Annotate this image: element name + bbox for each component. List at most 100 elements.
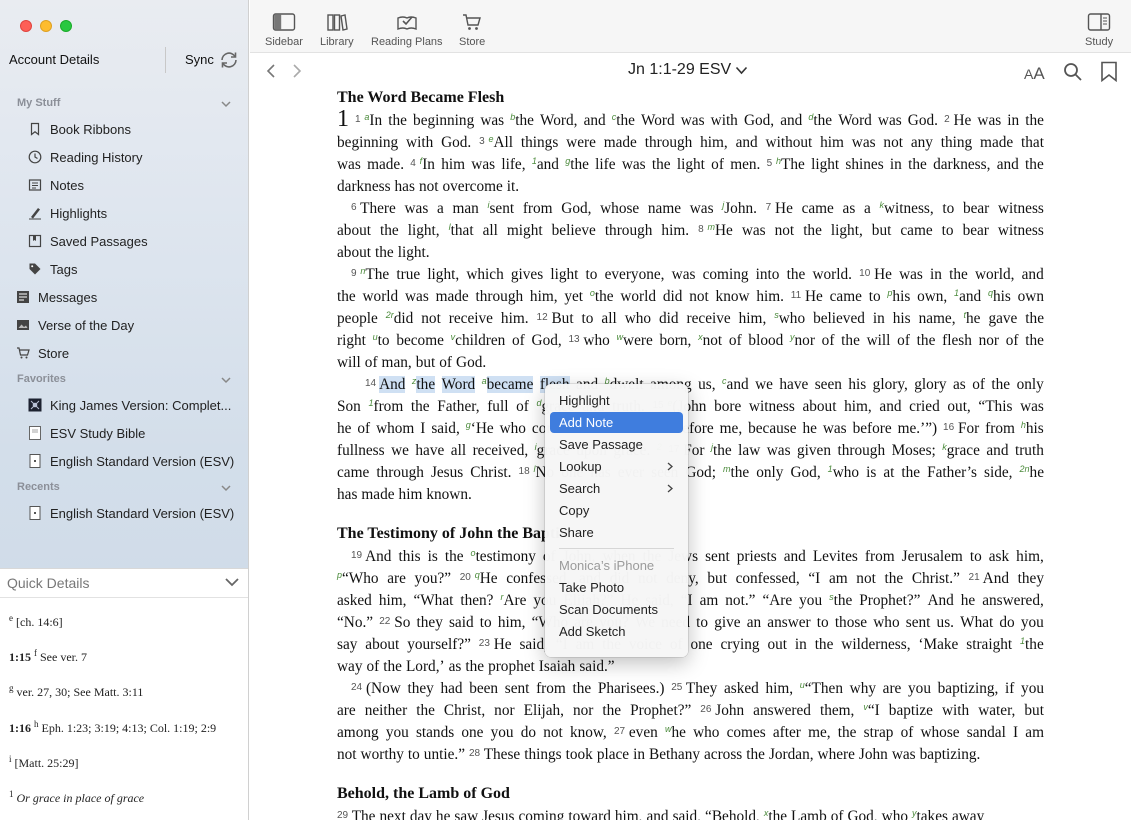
menu-item-share[interactable]: Share [550, 522, 683, 543]
word: “No.” [337, 614, 374, 631]
footnote-marker: g [465, 420, 471, 430]
word: men. [730, 156, 761, 173]
sidebar-item-reading-history[interactable]: Reading History [27, 146, 143, 168]
sync-icon[interactable] [219, 51, 239, 69]
quick-detail-note[interactable]: g ver. 27, 30; See Matt. 3:11 [9, 683, 143, 700]
verse-word: hhis [1021, 418, 1044, 440]
word: the [515, 112, 534, 129]
reading-plans-button[interactable]: Reading Plans [371, 12, 443, 48]
verse-word: to [582, 308, 594, 330]
sidebar-item-tags[interactable]: Tags [27, 258, 77, 280]
sync-button[interactable]: Sync [185, 52, 214, 67]
chevron-down-icon[interactable] [224, 577, 240, 587]
note-marker: e [9, 613, 13, 623]
menu-item-save-passage[interactable]: Save Passage [550, 434, 683, 455]
verse-word: a [437, 198, 444, 220]
verse-line: the world was made through him, yet othe world di… [337, 286, 1044, 308]
chevron-down-icon[interactable] [735, 66, 748, 75]
sidebar-item-esv-study-bible[interactable]: ESV Study Bible [27, 422, 145, 444]
verse-word: they [1018, 568, 1044, 590]
verse-word: strap [864, 722, 894, 744]
back-arrow-icon[interactable] [266, 63, 276, 79]
word: children [455, 332, 506, 349]
verse-word: worthy [361, 744, 404, 766]
quick-detail-note[interactable]: i [Matt. 25:29] [9, 754, 79, 771]
quick-detail-note[interactable]: 1:16 h Eph. 1:23; 3:19; 4:13; Col. 1:19;… [9, 719, 216, 736]
sidebar-button[interactable]: Sidebar [265, 12, 303, 48]
passage-selector[interactable]: Jn 1:1-29 ESV [628, 61, 731, 79]
sidebar-item-kjv[interactable]: King James Version: Complet... [27, 394, 231, 416]
quick-details-heading[interactable]: Quick Details [7, 575, 89, 591]
word: God, [743, 112, 775, 129]
note-reference: 1:15 [9, 650, 31, 664]
verse-word: to [480, 612, 492, 634]
verse-line: among you stands one you do not know, 27 even whe… [337, 722, 1044, 744]
verse-word: as [843, 198, 856, 220]
chevron-down-icon[interactable] [220, 376, 232, 384]
word: to [942, 200, 955, 217]
chevron-down-icon[interactable] [220, 484, 232, 492]
verse-word: in [795, 634, 807, 656]
store-button[interactable]: Store [459, 12, 485, 48]
zoom-window-button[interactable] [60, 20, 72, 32]
verse-word: about [337, 220, 371, 242]
verse-word: v“I [863, 700, 879, 722]
word: his [992, 288, 1011, 305]
verse-word: am [829, 568, 848, 590]
sidebar-item-highlights[interactable]: Highlights [27, 202, 107, 224]
sidebar-item-messages[interactable]: Messages [15, 286, 97, 308]
forward-arrow-icon[interactable] [292, 63, 302, 79]
font-size-button[interactable]: AA [1024, 64, 1045, 84]
word: nor [794, 332, 815, 349]
word: nor [572, 702, 594, 719]
verse-word: nor [494, 700, 514, 722]
sidebar-item-book-ribbons[interactable]: Book Ribbons [27, 118, 131, 140]
chevron-down-icon[interactable] [220, 100, 232, 108]
menu-item-highlight[interactable]: Highlight [550, 390, 683, 411]
word: he [1029, 464, 1044, 481]
minimize-window-button[interactable] [40, 20, 52, 32]
verse-word: only [756, 462, 783, 484]
quick-detail-note[interactable]: e [ch. 14:6] [9, 613, 63, 630]
close-window-button[interactable] [20, 20, 32, 32]
menu-item-lookup[interactable]: Lookup [550, 456, 683, 477]
word: were [566, 134, 596, 151]
account-details-link[interactable]: Account Details [9, 52, 99, 67]
search-icon[interactable] [1063, 62, 1083, 82]
sidebar-item-verse-of-the-day[interactable]: Verse of the Day [15, 314, 134, 336]
bookmark-icon[interactable] [1100, 61, 1118, 82]
verse-word: bore [714, 396, 741, 418]
menu-item-search[interactable]: Search [550, 478, 683, 499]
sidebar-item-esv[interactable]: English Standard Version (ESV) [27, 450, 234, 472]
footnote-marker: f [419, 156, 423, 166]
menu-item-copy[interactable]: Copy [550, 500, 683, 521]
menu-item-add-sketch[interactable]: Add Sketch [550, 621, 683, 642]
quick-detail-note[interactable]: 1:15 f See ver. 7 [9, 648, 87, 665]
verse-word: witness [998, 198, 1044, 220]
sidebar-item-store[interactable]: Store [15, 342, 69, 364]
sidebar-item-label: Saved Passages [50, 233, 148, 249]
verse-word: him. [756, 286, 784, 308]
study-button[interactable]: Study [1085, 12, 1113, 48]
word: his [892, 310, 911, 327]
word: God. [456, 354, 487, 371]
sidebar-item-recent-esv[interactable]: English Standard Version (ESV) [27, 502, 234, 524]
verse-word: overcome [442, 176, 502, 198]
verse-word: the [411, 396, 430, 418]
menu-item-scan-documents[interactable]: Scan Documents [550, 599, 683, 620]
verse-word: things [524, 744, 561, 766]
word: came [337, 464, 370, 481]
menu-item-add-note[interactable]: Add Note [550, 412, 683, 433]
word: the [1025, 310, 1044, 327]
bible-text[interactable]: The Word Became Flesh The Testimony of J… [337, 88, 1044, 820]
word: the [814, 636, 834, 653]
library-button[interactable]: Library [320, 12, 354, 48]
verse-word: “Are [762, 590, 792, 612]
word: who [778, 310, 806, 327]
sidebar-item-saved-passages[interactable]: Saved Passages [27, 230, 148, 252]
word: yet [564, 288, 584, 305]
quick-detail-note[interactable]: 1 Or grace in place of grace [9, 789, 144, 806]
sidebar-item-notes[interactable]: Notes [27, 174, 84, 196]
word: given [797, 442, 832, 459]
menu-item-take-photo[interactable]: Take Photo [550, 577, 683, 598]
